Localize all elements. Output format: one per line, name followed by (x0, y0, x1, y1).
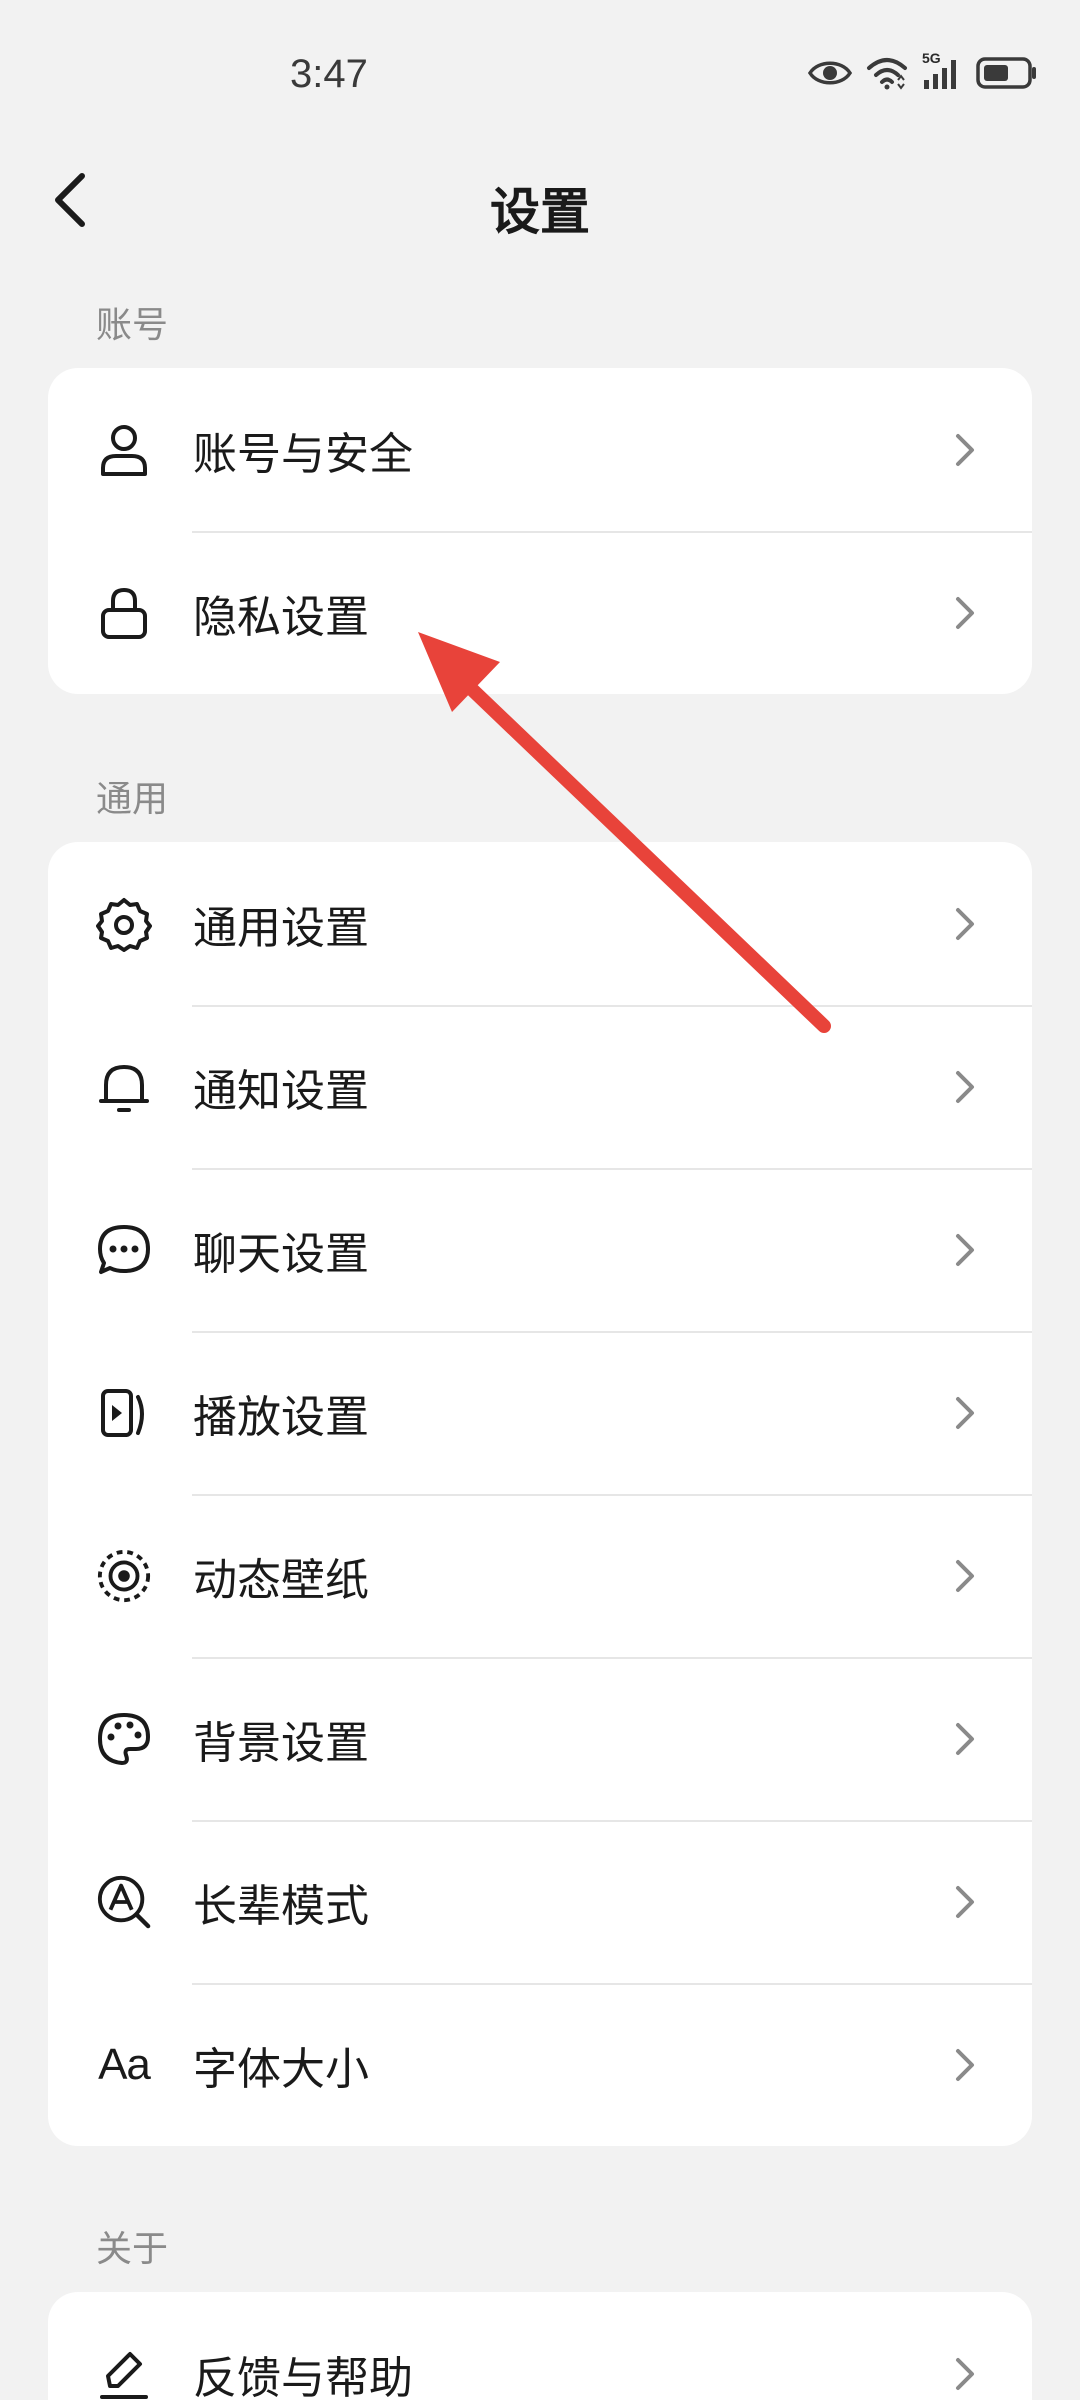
chat-bubble-icon (96, 1222, 152, 1278)
section-label-account: 账号 (96, 305, 169, 346)
chevron-right-icon (950, 1556, 980, 1596)
bell-icon (96, 1059, 152, 1115)
settings-row-privacy[interactable]: 隐私设置 (48, 531, 1032, 694)
settings-row-playback[interactable]: 播放设置 (48, 1331, 1032, 1494)
play-icon (96, 1385, 152, 1441)
settings-page: 3:47 5G 设置 账号 账号与安全 隐私设置 通用 通用设置 通知设置 聊天… (0, 0, 1080, 2400)
network-type-label: 5G (922, 50, 941, 66)
row-label: 背景设置 (193, 1717, 369, 1769)
row-label: 账号与安全 (193, 428, 413, 480)
chevron-right-icon (950, 904, 980, 944)
chevron-right-icon (950, 1230, 980, 1270)
row-label: 长辈模式 (193, 1880, 369, 1932)
chevron-right-icon (950, 430, 980, 470)
font-size-icon: Aa (98, 2039, 151, 2089)
row-label: 动态壁纸 (193, 1554, 369, 1606)
row-label: 隐私设置 (193, 591, 369, 643)
chevron-right-icon (950, 1067, 980, 1107)
about-card: 反馈与帮助 (48, 2292, 1032, 2400)
section-label-general: 通用 (96, 779, 169, 820)
chevron-right-icon (950, 1393, 980, 1433)
chevron-right-icon (950, 593, 980, 633)
chevron-right-icon (950, 1882, 980, 1922)
row-label: 反馈与帮助 (193, 2352, 413, 2400)
eye-icon (808, 58, 852, 88)
page-title: 设置 (490, 183, 590, 241)
cellular-signal-icon: 5G (922, 50, 962, 90)
settings-row-notification[interactable]: 通知设置 (48, 1005, 1032, 1168)
palette-icon (96, 1711, 152, 1767)
battery-icon (976, 57, 1038, 89)
chevron-right-icon (950, 1719, 980, 1759)
row-label: 通用设置 (193, 902, 369, 954)
header: 设置 (0, 150, 1080, 250)
settings-row-chat[interactable]: 聊天设置 (48, 1168, 1032, 1331)
settings-row-background[interactable]: 背景设置 (48, 1657, 1032, 1820)
section-label-about: 关于 (96, 2229, 169, 2270)
row-label: 聊天设置 (193, 1228, 369, 1280)
row-label: 播放设置 (193, 1391, 369, 1443)
row-label: 字体大小 (193, 2043, 369, 2095)
gear-icon (96, 896, 152, 952)
live-wallpaper-icon (96, 1548, 152, 1604)
row-label: 通知设置 (193, 1065, 369, 1117)
account-card: 账号与安全 隐私设置 (48, 368, 1032, 694)
status-time: 3:47 (290, 52, 368, 96)
general-card: 通用设置 通知设置 聊天设置 播放设置 动态壁纸 背景设置 长辈模式 Aa 字体… (48, 842, 1032, 2146)
status-bar: 3:47 5G (0, 0, 1080, 150)
chevron-right-icon (950, 2045, 980, 2085)
settings-row-feedback-help[interactable]: 反馈与帮助 (48, 2292, 1032, 2400)
lock-icon (96, 585, 152, 641)
settings-row-general[interactable]: 通用设置 (48, 842, 1032, 1005)
pencil-icon (96, 2346, 152, 2400)
elder-mode-icon (96, 1874, 152, 1930)
settings-row-live-wallpaper[interactable]: 动态壁纸 (48, 1494, 1032, 1657)
chevron-right-icon (950, 2354, 980, 2394)
user-icon (96, 422, 152, 478)
wifi-icon (866, 56, 908, 90)
settings-row-account-security[interactable]: 账号与安全 (48, 368, 1032, 531)
status-icons: 5G (808, 50, 1038, 90)
settings-row-font-size[interactable]: Aa 字体大小 (48, 1983, 1032, 2146)
settings-row-elder-mode[interactable]: 长辈模式 (48, 1820, 1032, 1983)
